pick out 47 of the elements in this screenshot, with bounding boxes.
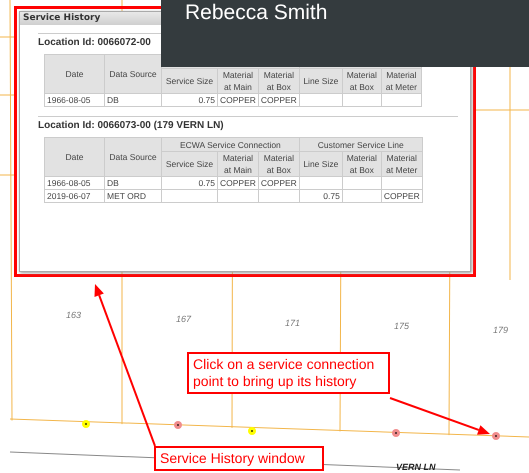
column-header: Line Size	[299, 68, 342, 94]
lot-number: 163	[66, 310, 82, 320]
column-group-header: Customer Service Line	[299, 138, 422, 152]
table-cell: 1966-08-05	[44, 176, 104, 190]
table-cell: DB	[104, 94, 162, 106]
column-header: Material at Box	[258, 152, 300, 176]
table-cell: 0.75	[162, 94, 218, 106]
table-cell: COPPER	[381, 190, 422, 202]
table-cell: DB	[104, 176, 162, 190]
callout: Service History window	[154, 446, 324, 471]
table-cell: 2019-06-07	[44, 190, 104, 202]
column-header: Service Size	[162, 68, 218, 94]
service-point	[174, 421, 182, 429]
location-label: Location Id: 0066073-00 (179 VERN LN)	[38, 120, 225, 131]
column-header: Material at Main	[218, 152, 258, 176]
column-header: Date	[44, 54, 104, 94]
table-cell: 0.75	[299, 190, 342, 202]
table-cell: COPPER	[258, 94, 300, 106]
table-cell: COPPER	[218, 94, 258, 106]
lot-number: 171	[285, 318, 300, 328]
column-header: Data Source	[104, 138, 162, 176]
column-group-header: ECWA Service Connection	[162, 138, 300, 152]
street-label: VERN LN	[396, 462, 436, 472]
service-point	[492, 432, 500, 440]
lot-number: 179	[493, 325, 508, 335]
service-point	[392, 429, 400, 437]
column-header: Service Size	[162, 152, 218, 176]
service-point	[248, 427, 256, 435]
table-cell: COPPER	[218, 176, 258, 190]
column-header: Material at Box	[258, 68, 300, 94]
column-header: Material at Box	[342, 152, 382, 176]
table-cell: COPPER	[258, 176, 300, 190]
lot-number: 175	[394, 321, 410, 331]
table-cell: 0.75	[162, 176, 218, 190]
column-header: Date	[44, 138, 104, 176]
location-label: Location Id: 0066072-00	[38, 37, 152, 48]
column-header: Material at Meter	[381, 152, 422, 176]
column-header: Material at Meter	[381, 68, 422, 94]
lot-number: 167	[176, 314, 192, 324]
callout: Click on a service connection point to bring up its history	[187, 352, 390, 394]
column-header: Data Source	[104, 54, 162, 94]
service-point	[82, 420, 90, 428]
column-header: Line Size	[299, 152, 342, 176]
column-header: Material at Main	[218, 68, 258, 94]
table-cell: MET ORD	[104, 190, 162, 202]
table-cell: 1966-08-05	[44, 94, 104, 106]
column-header: Material at Box	[342, 68, 382, 94]
